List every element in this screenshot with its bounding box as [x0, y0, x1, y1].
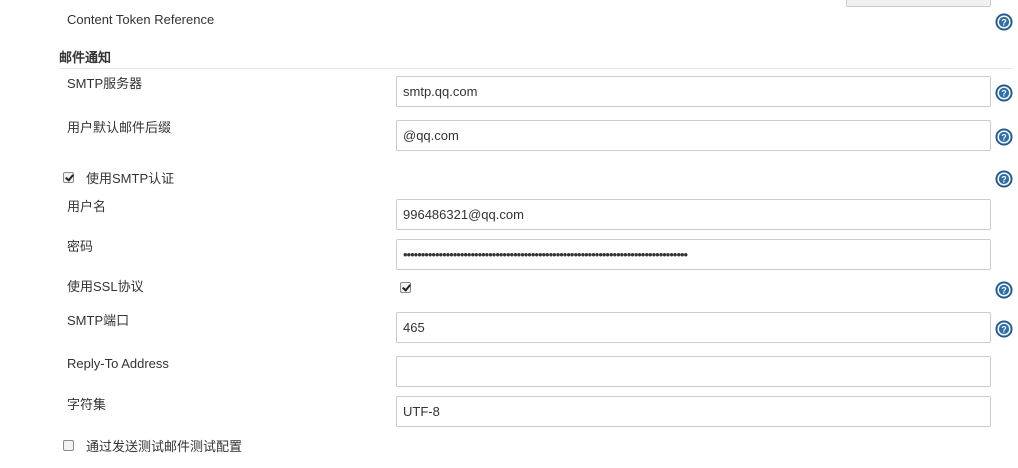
password-label: 密码: [67, 239, 94, 254]
default-suffix-input[interactable]: [396, 120, 991, 151]
reply-to-label: Reply-To Address: [67, 356, 169, 371]
charset-input[interactable]: [396, 396, 991, 427]
help-icon[interactable]: ?: [995, 281, 1013, 299]
help-icon[interactable]: ?: [995, 128, 1013, 146]
section-divider: [59, 68, 1013, 69]
section-title: 邮件通知: [59, 50, 112, 65]
reply-to-input[interactable]: [396, 356, 991, 387]
username-input[interactable]: [396, 199, 991, 230]
help-icon[interactable]: ?: [995, 13, 1013, 31]
smtp-server-label: SMTP服务器: [67, 76, 143, 91]
svg-text:?: ?: [1001, 18, 1007, 28]
charset-label: 字符集: [67, 397, 107, 412]
content-token-reference-label: Content Token Reference: [67, 12, 215, 27]
test-config-label: 通过发送测试邮件测试配置: [86, 439, 243, 454]
svg-text:?: ?: [1001, 175, 1007, 185]
smtp-server-input[interactable]: [396, 76, 991, 107]
smtp-port-input[interactable]: [396, 312, 991, 343]
help-icon[interactable]: ?: [995, 320, 1013, 338]
svg-text:?: ?: [1001, 286, 1007, 296]
smtp-port-label: SMTP端口: [67, 313, 130, 328]
test-config-checkbox[interactable]: [63, 440, 74, 451]
use-ssl-label: 使用SSL协议: [67, 279, 144, 294]
svg-text:?: ?: [1001, 325, 1007, 335]
smtp-auth-checkbox[interactable]: [63, 172, 74, 183]
help-icon[interactable]: ?: [995, 170, 1013, 188]
smtp-auth-label: 使用SMTP认证: [86, 171, 175, 186]
password-input[interactable]: [396, 239, 991, 270]
username-label: 用户名: [67, 199, 107, 214]
default-suffix-label: 用户默认邮件后缀: [67, 120, 172, 135]
top-action-button[interactable]: [846, 0, 991, 7]
use-ssl-checkbox[interactable]: [400, 282, 411, 293]
svg-text:?: ?: [1001, 89, 1007, 99]
help-icon[interactable]: ?: [995, 84, 1013, 102]
svg-text:?: ?: [1001, 133, 1007, 143]
